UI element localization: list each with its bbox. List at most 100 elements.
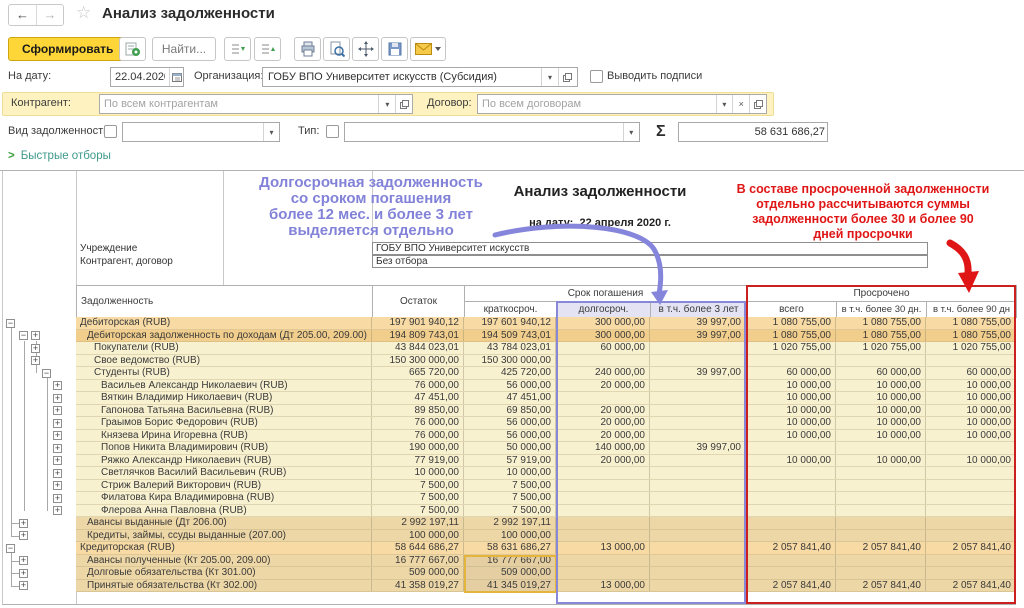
- cell-long-term[interactable]: 240 000,00: [556, 367, 650, 379]
- cell-short-term[interactable]: 69 850,00: [464, 405, 556, 417]
- cell-over-3-years[interactable]: 39 997,00: [650, 330, 746, 342]
- cell-balance[interactable]: 150 300 000,00: [372, 355, 464, 367]
- row-label[interactable]: Гапонова Татьяна Васильевна (RUB): [76, 405, 372, 417]
- cell-short-term[interactable]: 2 992 197,11: [464, 517, 556, 529]
- cell-over-3-years[interactable]: [650, 530, 746, 542]
- debt-kind-checkbox[interactable]: [104, 125, 117, 138]
- row-label[interactable]: Филатова Кира Владимировна (RUB): [76, 492, 372, 504]
- print-preview-icon[interactable]: [323, 37, 350, 61]
- cell-over-30-days[interactable]: [836, 467, 926, 479]
- cell-over-30-days[interactable]: [836, 480, 926, 492]
- cell-overdue-total[interactable]: [746, 530, 836, 542]
- cell-balance[interactable]: 76 000,00: [372, 380, 464, 392]
- debt-kind-combo[interactable]: ▾: [122, 122, 280, 142]
- cell-over-90-days[interactable]: [926, 505, 1016, 517]
- cell-over-3-years[interactable]: 39 997,00: [650, 442, 746, 454]
- cell-over-3-years[interactable]: [650, 492, 746, 504]
- row-label[interactable]: Авансы полученные (Кт 205.00, 209.00): [76, 555, 372, 567]
- cell-balance[interactable]: 89 850,00: [372, 405, 464, 417]
- tree-expand-toggle[interactable]: +: [19, 581, 28, 590]
- calendar-icon[interactable]: [169, 68, 183, 86]
- cell-balance[interactable]: 100 000,00: [372, 530, 464, 542]
- cell-over-3-years[interactable]: [650, 480, 746, 492]
- cell-over-3-years[interactable]: [650, 342, 746, 354]
- row-label[interactable]: Студенты (RUB): [76, 367, 372, 379]
- row-label[interactable]: Попов Никита Владимирович (RUB): [76, 442, 372, 454]
- type-checkbox[interactable]: [326, 125, 339, 138]
- cell-over-30-days[interactable]: 10 000,00: [836, 417, 926, 429]
- cell-short-term[interactable]: 194 509 743,01: [464, 330, 556, 342]
- cell-over-30-days[interactable]: [836, 492, 926, 504]
- tree-expand-toggle[interactable]: +: [53, 494, 62, 503]
- cell-over-90-days[interactable]: 2 057 841,40: [926, 580, 1016, 592]
- cell-over-90-days[interactable]: 10 000,00: [926, 380, 1016, 392]
- chevron-down-icon[interactable]: ▾: [716, 95, 733, 113]
- cell-over-90-days[interactable]: 2 057 841,40: [926, 542, 1016, 554]
- row-label[interactable]: Авансы выданные (Дт 206.00): [76, 517, 372, 529]
- cell-overdue-total[interactable]: [746, 517, 836, 529]
- send-email-icon[interactable]: [410, 37, 446, 61]
- tree-collapse-toggle[interactable]: −: [19, 331, 28, 340]
- chevron-down-icon[interactable]: ▾: [623, 123, 640, 141]
- tree-expand-toggle[interactable]: +: [53, 444, 62, 453]
- cell-over-90-days[interactable]: [926, 567, 1016, 579]
- cell-over-90-days[interactable]: [926, 555, 1016, 567]
- tree-expand-toggle[interactable]: +: [53, 419, 62, 428]
- tree-expand-toggle[interactable]: +: [19, 556, 28, 565]
- generate-button[interactable]: Сформировать: [8, 37, 127, 61]
- cell-overdue-total[interactable]: 1 080 755,00: [746, 317, 836, 329]
- tree-expand-toggle[interactable]: +: [53, 431, 62, 440]
- cell-balance[interactable]: 16 777 667,00: [372, 555, 464, 567]
- cell-short-term[interactable]: 43 784 023,01: [464, 342, 556, 354]
- cell-long-term[interactable]: 60 000,00: [556, 342, 650, 354]
- fit-page-icon[interactable]: [352, 37, 379, 61]
- cell-over-3-years[interactable]: [650, 417, 746, 429]
- cell-overdue-total[interactable]: [746, 567, 836, 579]
- cell-balance[interactable]: 58 644 686,27: [372, 542, 464, 554]
- row-label[interactable]: Васильев Александр Николаевич (RUB): [76, 380, 372, 392]
- cell-overdue-total[interactable]: 1 020 755,00: [746, 342, 836, 354]
- cell-over-90-days[interactable]: 10 000,00: [926, 455, 1016, 467]
- cell-long-term[interactable]: 20 000,00: [556, 417, 650, 429]
- cell-short-term[interactable]: 425 720,00: [464, 367, 556, 379]
- contract-input[interactable]: [478, 95, 716, 113]
- row-label[interactable]: Свое ведомство (RUB): [76, 355, 372, 367]
- cell-long-term[interactable]: 20 000,00: [556, 455, 650, 467]
- tree-expand-toggle[interactable]: +: [19, 531, 28, 540]
- cell-short-term[interactable]: 197 601 940,12: [464, 317, 556, 329]
- row-label[interactable]: Вяткин Владимир Николаевич (RUB): [76, 392, 372, 404]
- cell-over-90-days[interactable]: 60 000,00: [926, 367, 1016, 379]
- cell-over-3-years[interactable]: [650, 430, 746, 442]
- tree-expand-toggle[interactable]: +: [53, 506, 62, 515]
- cell-over-3-years[interactable]: [650, 380, 746, 392]
- cell-short-term[interactable]: 7 500,00: [464, 505, 556, 517]
- cell-over-30-days[interactable]: 1 080 755,00: [836, 317, 926, 329]
- cell-over-30-days[interactable]: 10 000,00: [836, 430, 926, 442]
- collapse-groups-icon[interactable]: [254, 37, 281, 61]
- cell-short-term[interactable]: 7 500,00: [464, 492, 556, 504]
- cell-balance[interactable]: 43 844 023,01: [372, 342, 464, 354]
- tree-expand-toggle[interactable]: +: [53, 406, 62, 415]
- cell-overdue-total[interactable]: 60 000,00: [746, 367, 836, 379]
- cell-over-90-days[interactable]: [926, 480, 1016, 492]
- cell-balance[interactable]: 2 992 197,11: [372, 517, 464, 529]
- chevron-down-icon[interactable]: ▾: [541, 68, 558, 86]
- row-label[interactable]: Покупатели (RUB): [76, 342, 372, 354]
- cell-over-30-days[interactable]: 10 000,00: [836, 380, 926, 392]
- favorite-star-icon[interactable]: ☆: [76, 3, 91, 23]
- tree-expand-toggle[interactable]: +: [53, 456, 62, 465]
- cell-short-term[interactable]: 150 300 000,00: [464, 355, 556, 367]
- open-item-icon[interactable]: [749, 95, 766, 113]
- cell-overdue-total[interactable]: [746, 355, 836, 367]
- row-label[interactable]: Флерова Анна Павловна (RUB): [76, 505, 372, 517]
- cell-overdue-total[interactable]: 10 000,00: [746, 455, 836, 467]
- cell-balance[interactable]: 509 000,00: [372, 567, 464, 579]
- date-input[interactable]: [111, 68, 169, 86]
- clear-icon[interactable]: ×: [732, 95, 749, 113]
- cell-short-term[interactable]: 41 345 019,27: [464, 580, 556, 592]
- tree-expand-toggle[interactable]: +: [53, 394, 62, 403]
- cell-over-30-days[interactable]: 2 057 841,40: [836, 580, 926, 592]
- cell-over-30-days[interactable]: [836, 517, 926, 529]
- tree-expand-toggle[interactable]: +: [53, 381, 62, 390]
- row-label[interactable]: Ряжко Александр Николаевич (RUB): [76, 455, 372, 467]
